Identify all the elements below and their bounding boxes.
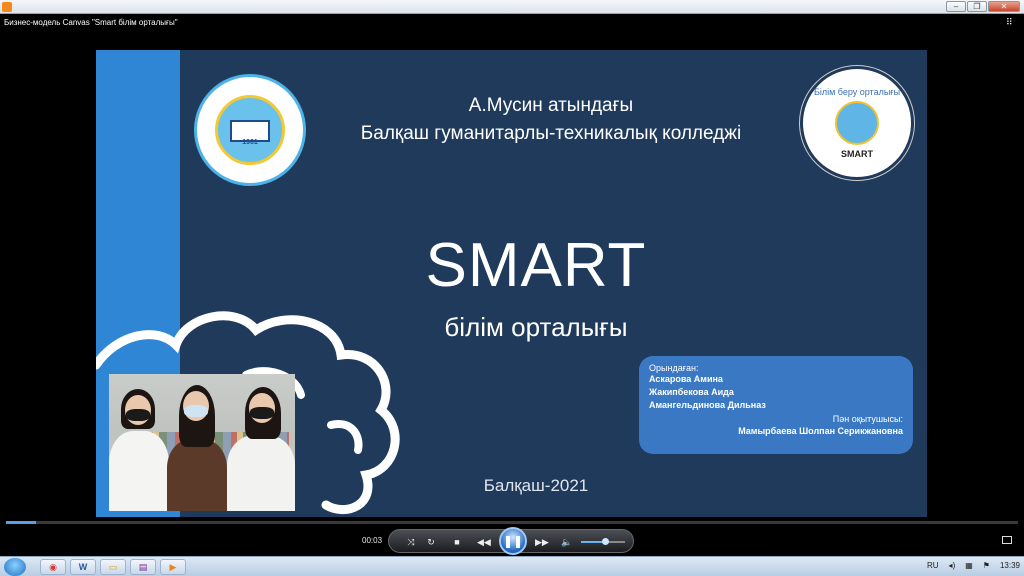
repeat-icon[interactable]: ↻ — [425, 536, 437, 548]
person — [167, 385, 227, 511]
view-mode-icon[interactable]: ⠿ — [1006, 17, 1016, 27]
window-titlebar: – ❐ ✕ — [0, 0, 1024, 14]
system-tray: RU ◂) ▦ ⚑ 13:39 — [927, 561, 1020, 570]
window-controls: – ❐ ✕ — [946, 1, 1020, 12]
slide-subtitle: білім орталығы — [444, 312, 628, 342]
media-player-icon[interactable]: ▶ — [160, 559, 186, 575]
smart-logo-label: SMART — [841, 149, 873, 159]
seek-bar-fill — [6, 521, 37, 524]
college-name-line1: А.Мусин атындағы — [468, 95, 634, 116]
volume-slider[interactable] — [581, 538, 625, 545]
student-name: Аскарова Амина — [649, 374, 723, 384]
smart-center-logo: Білім беру орталығы SMART — [800, 66, 914, 180]
person — [227, 387, 295, 511]
webcam-overlay — [109, 374, 295, 511]
windows-taskbar: ◉ W ▭ ▤ ▶ RU ◂) ▦ ⚑ 13:39 — [0, 556, 1024, 576]
college-name-line2: Балқаш гуманитарлы-техникалық колледжі — [360, 123, 742, 144]
language-indicator[interactable]: RU — [927, 561, 939, 570]
explorer-icon[interactable]: ▭ — [100, 559, 126, 575]
volume-icon[interactable]: 🔈 — [561, 536, 573, 548]
city-year: Балқаш-2021 — [483, 476, 589, 495]
stop-icon[interactable]: ■ — [451, 536, 463, 548]
minimize-button[interactable]: – — [946, 1, 966, 12]
smart-logo-emblem — [835, 101, 879, 145]
network-icon[interactable]: ▦ — [965, 561, 973, 570]
chrome-icon[interactable]: ◉ — [40, 559, 66, 575]
student-name: Жакипбекова Аида — [649, 387, 734, 397]
college-emblem: 1961 — [215, 95, 285, 165]
college-logo-year: 1961 — [242, 139, 258, 146]
authors-info-box: Орындаған: Аскарова Амина Жакипбекова Аи… — [639, 356, 913, 454]
seek-bar[interactable] — [6, 521, 1018, 524]
player-controls: 00:03 ⤨ ↻ ■ ◀◀ ❚❚ ▶▶ 🔈 — [0, 526, 1024, 556]
shuffle-icon[interactable]: ⤨ — [405, 536, 417, 548]
fullscreen-icon[interactable] — [1002, 536, 1012, 544]
teacher-name: Мамырбаева Шолпан Серикжановна — [738, 426, 903, 436]
college-name: А.Мусин атындағы Балқаш гуманитарлы-техн… — [316, 92, 786, 148]
start-button[interactable] — [4, 558, 26, 576]
media-player-app-icon — [2, 2, 12, 12]
college-logo: 1961 — [194, 74, 306, 186]
video-title: Бизнес-модель Canvas "Smart білім орталы… — [4, 18, 178, 27]
flag-icon[interactable]: ⚑ — [983, 561, 990, 570]
clock[interactable]: 13:39 — [1000, 561, 1020, 570]
slide-main-title: SMART — [425, 231, 647, 300]
teacher-label: Пән оқытушысы: — [832, 414, 903, 424]
person — [109, 389, 169, 511]
control-cluster: ⤨ ↻ ■ ◀◀ ❚❚ ▶▶ 🔈 — [388, 527, 634, 555]
speaker-icon[interactable]: ◂) — [949, 561, 956, 570]
smart-logo-arc-text: Білім беру орталығы — [813, 87, 901, 97]
performed-by-label: Орындаған: — [649, 363, 699, 373]
elapsed-time: 00:03 — [362, 536, 383, 545]
fast-forward-icon[interactable]: ▶▶ — [535, 536, 549, 548]
winrar-icon[interactable]: ▤ — [130, 559, 156, 575]
volume-slider-knob[interactable] — [602, 538, 610, 545]
word-icon[interactable]: W — [70, 559, 96, 575]
pause-icon[interactable]: ❚❚ — [499, 527, 527, 555]
rewind-icon[interactable]: ◀◀ — [477, 536, 491, 548]
student-name: Амангельдинова Дильназ — [649, 400, 766, 410]
close-button[interactable]: ✕ — [988, 1, 1020, 12]
restore-button[interactable]: ❐ — [967, 1, 987, 12]
